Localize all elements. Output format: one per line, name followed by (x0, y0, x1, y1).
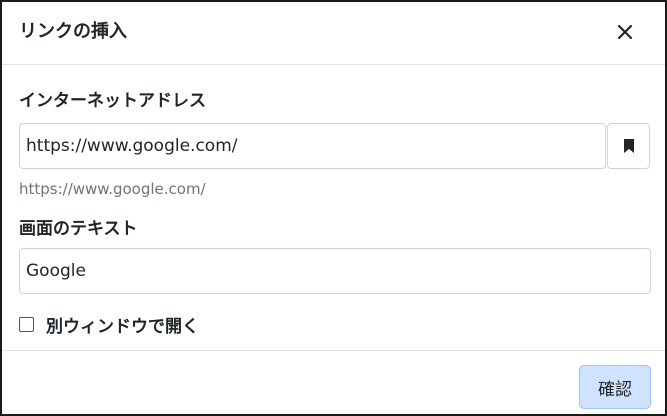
url-label: インターネットアドレス (19, 91, 206, 111)
new-window-checkbox[interactable] (19, 316, 34, 332)
new-window-label: 別ウィンドウで開く (46, 316, 199, 337)
display-text-input[interactable] (19, 248, 651, 294)
dialog-footer: 確認 (2, 350, 665, 415)
confirm-button[interactable]: 確認 (579, 365, 651, 409)
bookmark-button[interactable] (607, 123, 650, 169)
new-window-option[interactable]: 別ウィンドウで開く (19, 312, 199, 337)
url-preview: https://www.google.com/ (19, 180, 206, 198)
display-text-label: 画面のテキスト (19, 219, 138, 239)
insert-link-dialog: リンクの挿入 インターネットアドレス https://www.google.co… (0, 0, 667, 416)
close-button[interactable] (609, 16, 641, 48)
dialog-header: リンクの挿入 (2, 2, 665, 65)
dialog-title: リンクの挿入 (19, 21, 127, 42)
bookmark-icon (623, 139, 634, 153)
close-icon (617, 24, 633, 40)
url-input[interactable] (19, 123, 606, 169)
